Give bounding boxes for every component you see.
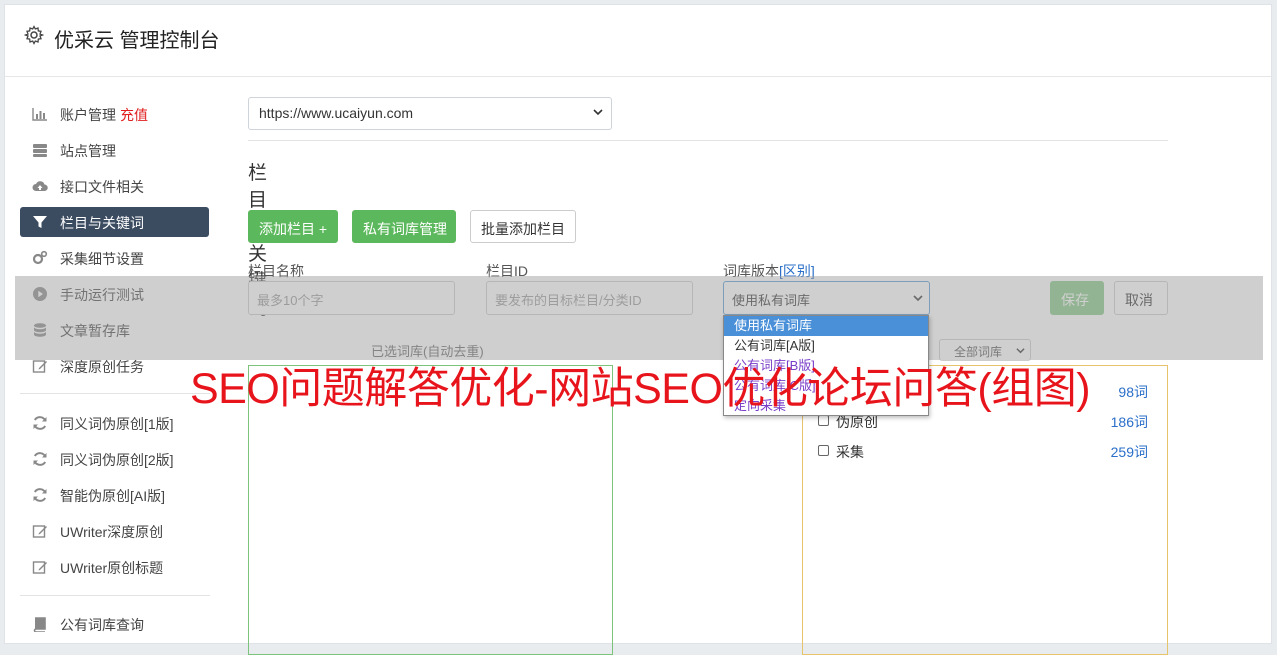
sidebar-divider	[20, 393, 210, 394]
lib-count: 186词	[1110, 414, 1148, 430]
chevron-down-icon	[593, 109, 603, 116]
sidebar-item-synonym-v1[interactable]: 同义词伪原创[1版]	[20, 408, 209, 438]
sidebar-item-sites[interactable]: 站点管理	[20, 135, 209, 165]
overlay-band	[15, 276, 1263, 360]
sidebar-item-uwriter-deep[interactable]: UWriter深度原创	[20, 516, 209, 546]
edit-icon	[32, 561, 47, 574]
sidebar-item-label: 同义词伪原创[1版]	[60, 416, 174, 432]
sidebar-item-label: 同义词伪原创[2版]	[60, 452, 174, 468]
sidebar-item-synonym-v2[interactable]: 同义词伪原创[2版]	[20, 444, 209, 474]
sidebar-item-label: 站点管理	[60, 143, 116, 159]
sidebar-item-uwriter-title[interactable]: UWriter原创标题	[20, 552, 209, 582]
lib-checkbox[interactable]	[818, 445, 829, 456]
section-divider	[248, 140, 1168, 141]
private-lib-button[interactable]: 私有词库管理	[352, 210, 456, 243]
lib-count: 98词	[1118, 384, 1148, 400]
page-title: 优采云 管理控制台	[54, 30, 220, 52]
edit-icon	[32, 360, 47, 373]
lib-name: 采集	[836, 444, 864, 460]
gear-icon	[24, 25, 44, 45]
sidebar-item-columns[interactable]: 栏目与关键词	[20, 207, 209, 237]
refresh-icon	[33, 452, 47, 466]
sidebar-item-label: 公有词库查询	[60, 617, 144, 633]
gears-icon	[32, 250, 48, 265]
sidebar-item-label: 栏目与关键词	[60, 215, 144, 231]
sidebar-item-label: 接口文件相关	[60, 179, 144, 195]
refresh-icon	[33, 488, 47, 502]
sidebar-item-ai-rewrite[interactable]: 智能伪原创[AI版]	[20, 480, 209, 510]
sidebar-item-label: UWriter原创标题	[60, 560, 164, 576]
sidebar-item-label: 智能伪原创[AI版]	[60, 488, 166, 504]
book-icon	[33, 617, 46, 632]
refresh-icon	[33, 416, 47, 430]
sidebar-divider	[20, 595, 210, 596]
watermark-caption: SEO问题解答优化-网站SEO优化论坛问答(组图)	[190, 365, 1091, 413]
sidebar-item-label: 账户管理	[60, 107, 116, 123]
filter-icon	[33, 216, 47, 228]
add-column-button[interactable]: 添加栏目 +	[248, 210, 338, 243]
recharge-link[interactable]: 充值	[120, 107, 148, 123]
sidebar-item-public-lib[interactable]: 公有词库查询	[20, 609, 209, 639]
edit-icon	[32, 525, 47, 538]
list-item[interactable]: 采集 259词	[818, 442, 1148, 462]
lib-count: 259词	[1110, 444, 1148, 460]
server-icon	[33, 144, 47, 157]
site-select-value: https://www.ucaiyun.com	[259, 105, 414, 121]
batch-add-button[interactable]: 批量添加栏目	[470, 210, 576, 243]
dropdown-option[interactable]: 公有词库[A版]	[724, 336, 928, 356]
cloud-upload-icon	[32, 181, 48, 191]
header: 优采云 管理控制台	[5, 5, 1271, 77]
sidebar-item-label: 深度原创任务	[60, 359, 144, 375]
bar-chart-icon	[32, 108, 47, 121]
sidebar-item-collect-settings[interactable]: 采集细节设置	[20, 243, 209, 273]
sidebar-item-account[interactable]: 账户管理 充值	[20, 99, 209, 129]
sidebar-item-label: UWriter深度原创	[60, 524, 164, 540]
sidebar-item-label: 采集细节设置	[60, 251, 144, 267]
site-select[interactable]: https://www.ucaiyun.com	[248, 97, 612, 130]
sidebar-item-interface[interactable]: 接口文件相关	[20, 171, 209, 201]
dropdown-option[interactable]: 使用私有词库	[724, 316, 928, 336]
lib-checkbox[interactable]	[818, 415, 829, 426]
